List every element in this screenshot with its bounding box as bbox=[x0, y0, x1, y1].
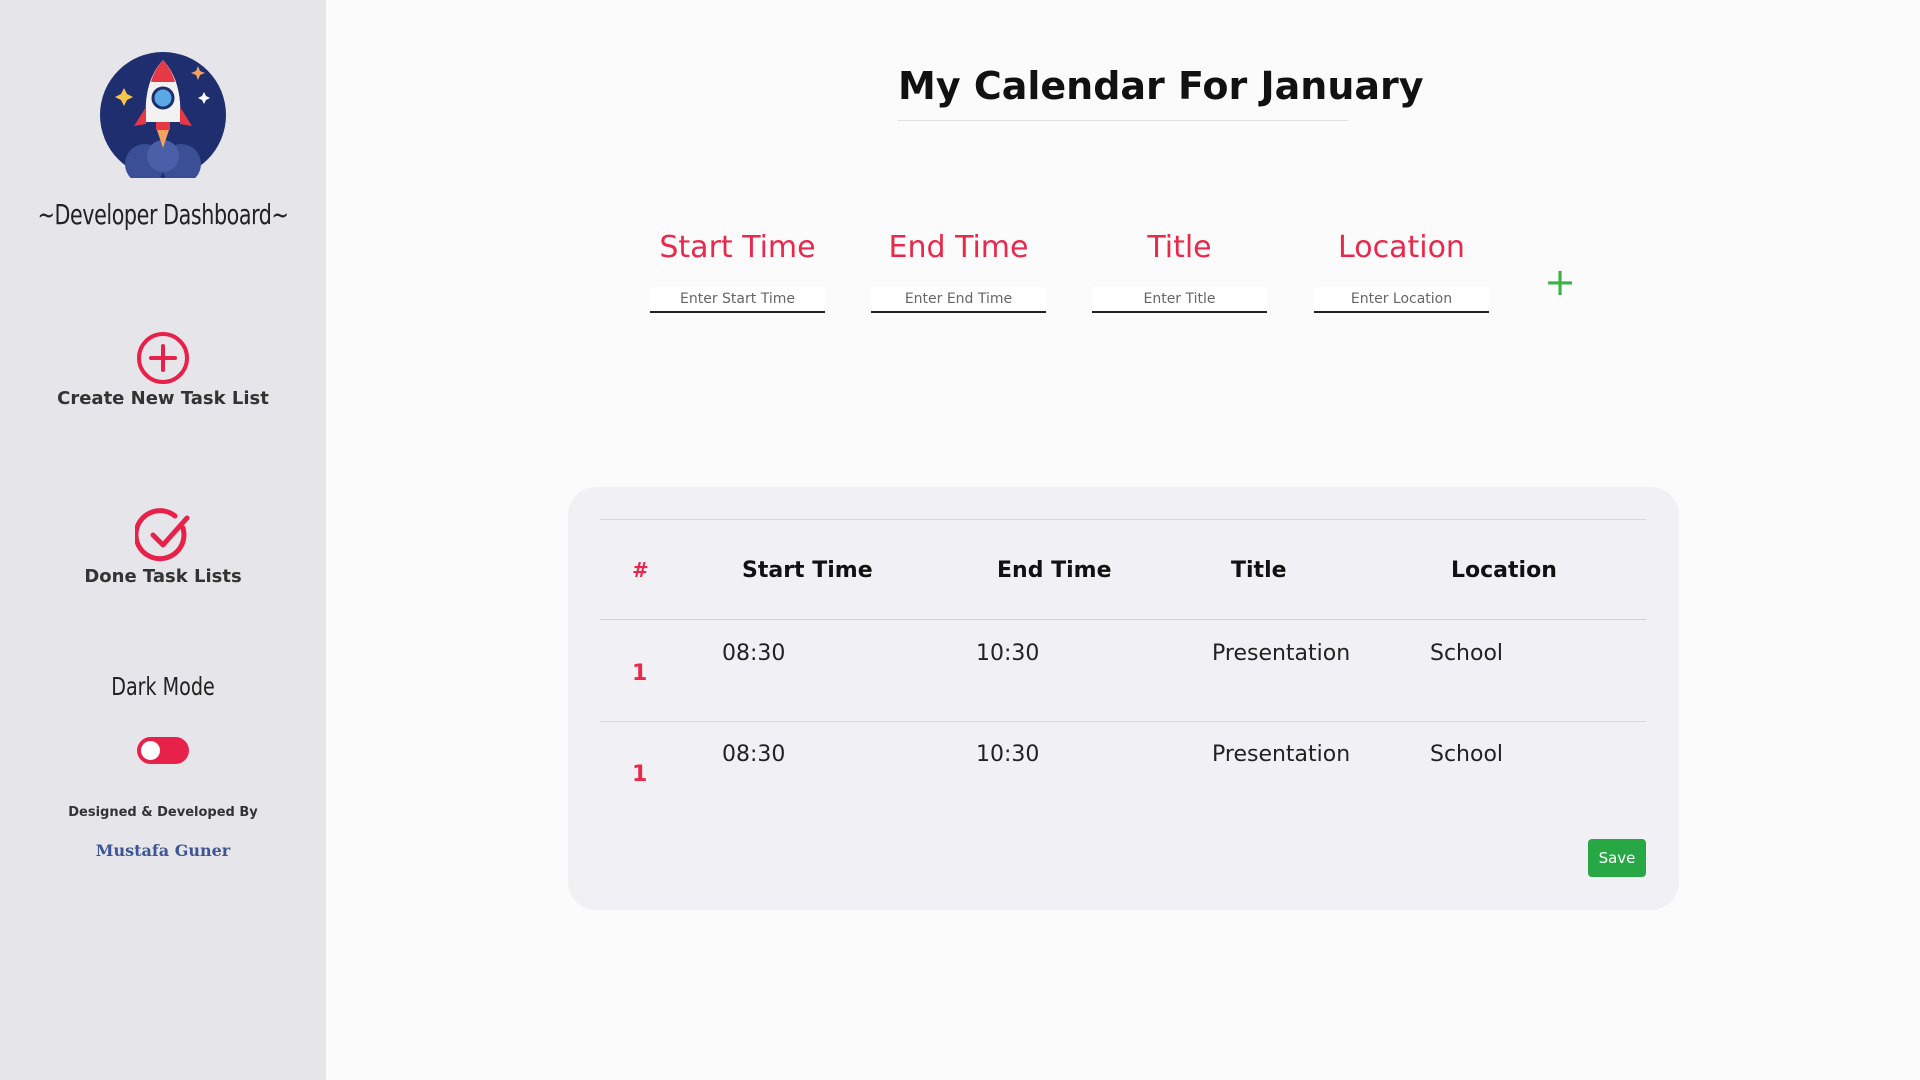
title-input[interactable] bbox=[1092, 287, 1267, 313]
location-input[interactable] bbox=[1314, 287, 1489, 313]
row-location: School bbox=[1430, 641, 1504, 666]
dark-mode-toggle[interactable] bbox=[137, 737, 189, 764]
plus-icon: + bbox=[1544, 260, 1576, 304]
location-label: Location bbox=[1338, 230, 1465, 265]
header-number: # bbox=[632, 558, 649, 582]
start-time-input[interactable] bbox=[650, 287, 825, 313]
location-field: Location bbox=[1314, 230, 1489, 313]
title-label: Title bbox=[1147, 230, 1212, 265]
save-button[interactable]: Save bbox=[1588, 839, 1646, 877]
start-time-label: Start Time bbox=[659, 230, 816, 265]
row-end-time: 10:30 bbox=[976, 742, 1040, 767]
header-location: Location bbox=[1451, 558, 1557, 583]
done-task-lists-button[interactable]: Done Task Lists bbox=[0, 508, 326, 587]
dark-mode-label: Dark Mode bbox=[111, 672, 215, 701]
toggle-knob bbox=[141, 741, 160, 760]
row-title: Presentation bbox=[1212, 641, 1351, 666]
row-title: Presentation bbox=[1212, 742, 1351, 767]
table-row: 1 08:30 10:30 Presentation School bbox=[600, 621, 1646, 722]
plus-circle-icon bbox=[137, 332, 189, 384]
row-start-time: 08:30 bbox=[722, 641, 786, 666]
table-row: 1 08:30 10:30 Presentation School bbox=[600, 722, 1646, 823]
header-title: Title bbox=[1231, 558, 1287, 583]
row-location: School bbox=[1430, 742, 1504, 767]
create-task-list-label: Create New Task List bbox=[57, 388, 269, 409]
dashboard-title: ~Developer Dashboard~ bbox=[37, 198, 289, 231]
check-circle-icon bbox=[135, 508, 190, 562]
add-event-button[interactable]: + bbox=[1540, 262, 1580, 302]
done-task-lists-label: Done Task Lists bbox=[84, 566, 242, 587]
end-time-input[interactable] bbox=[871, 287, 1046, 313]
row-start-time: 08:30 bbox=[722, 742, 786, 767]
author-name: Mustafa Guner bbox=[95, 841, 231, 860]
sidebar: ~Developer Dashboard~ Create New Task Li… bbox=[0, 0, 326, 1080]
start-time-field: Start Time bbox=[650, 230, 825, 313]
credit-text: Designed & Developed By bbox=[68, 805, 258, 820]
end-time-label: End Time bbox=[888, 230, 1029, 265]
title-field: Title bbox=[1092, 230, 1267, 313]
events-table-card: # Start Time End Time Title Location 1 0… bbox=[568, 487, 1679, 910]
header-end-time: End Time bbox=[997, 558, 1112, 583]
page-title: My Calendar For January bbox=[898, 64, 1424, 121]
table-header: # Start Time End Time Title Location bbox=[600, 520, 1646, 620]
row-number: 1 bbox=[632, 762, 648, 787]
header-start-time: Start Time bbox=[742, 558, 873, 583]
rocket-logo bbox=[100, 52, 226, 178]
row-end-time: 10:30 bbox=[976, 641, 1040, 666]
create-task-list-button[interactable]: Create New Task List bbox=[0, 330, 326, 409]
row-number: 1 bbox=[632, 661, 648, 686]
end-time-field: End Time bbox=[871, 230, 1046, 313]
